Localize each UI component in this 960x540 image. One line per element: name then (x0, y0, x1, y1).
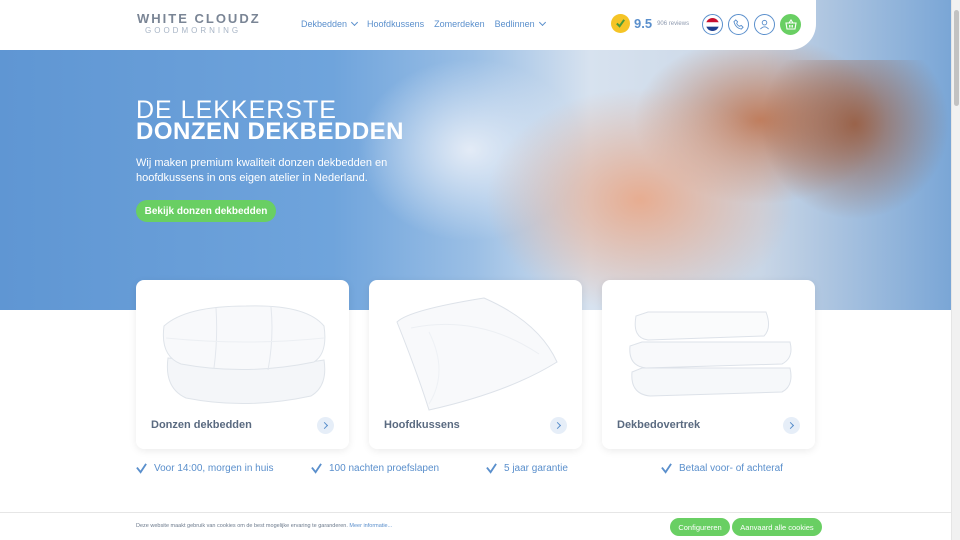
category-card-dekbedovertrek[interactable]: Dekbedovertrek (602, 280, 815, 449)
nav-item-label: Bedlinnen (494, 19, 535, 29)
chevron-down-icon (351, 18, 359, 27)
usp-text: 5 jaar garantie (504, 463, 568, 474)
logo-main-text: WHITE CLOUDZ (137, 11, 261, 26)
scrollbar[interactable] (951, 0, 960, 540)
scrollbar-thumb[interactable] (954, 10, 959, 106)
check-icon (486, 463, 497, 474)
dutch-flag-icon[interactable] (702, 14, 723, 35)
cookie-bar: Deze website maakt gebruik van cookies o… (0, 512, 951, 540)
usp-text: Voor 14:00, morgen in huis (154, 463, 274, 474)
hero-cta-button[interactable]: Bekijk donzen dekbedden (136, 200, 276, 222)
duvet-image (162, 305, 326, 404)
user-icon[interactable] (754, 14, 775, 35)
card-label: Donzen dekbedden (151, 419, 252, 431)
page: DE LEKKERSTE DONZEN DEKBEDDEN Wij maken … (0, 0, 960, 540)
category-card-dekbedden[interactable]: Donzen dekbedden (136, 280, 349, 449)
nav-item-zomerdeken[interactable]: Zomerdeken (434, 19, 485, 29)
usp-item: 5 jaar garantie (486, 463, 568, 474)
chevron-right-icon[interactable] (783, 417, 800, 434)
review-rating[interactable]: 9.5 906 reviews (611, 14, 689, 33)
hero-photo-woman-sleeping (760, 60, 950, 220)
cookie-text: Deze website maakt gebruik van cookies o… (136, 523, 348, 529)
phone-icon[interactable] (728, 14, 749, 35)
chevron-right-icon[interactable] (550, 417, 567, 434)
nav-item-label: Zomerdeken (434, 19, 485, 29)
usp-item: 100 nachten proefslapen (311, 463, 439, 474)
chevron-right-icon[interactable] (317, 417, 334, 434)
hero-description: Wij maken premium kwaliteit donzen dekbe… (136, 157, 388, 184)
check-icon (136, 463, 147, 474)
folded-sheets-image (629, 311, 792, 397)
check-icon (661, 463, 672, 474)
cookie-more-info-link[interactable]: Meer informatie... (349, 523, 392, 529)
check-seal-icon (611, 14, 630, 33)
usp-text: 100 nachten proefslapen (329, 463, 440, 474)
pillow-image (396, 297, 558, 411)
card-label: Dekbedovertrek (617, 419, 701, 431)
nav-item-dekbedden[interactable]: Dekbedden (301, 18, 359, 29)
usp-item: Voor 14:00, morgen in huis (136, 463, 274, 474)
configure-cookies-button[interactable]: Configureren (670, 518, 730, 536)
usp-item: Betaal voor- of achteraf (661, 463, 783, 474)
cookie-message: Deze website maakt gebruik van cookies o… (136, 523, 392, 529)
logo[interactable]: WHITE CLOUDZ GOODMORNING (137, 11, 261, 35)
logo-sub-text: GOODMORNING (145, 26, 242, 35)
card-label: Hoofdkussens (384, 419, 460, 431)
chevron-down-icon (538, 18, 546, 27)
main-nav: Dekbedden Hoofdkussens Zomerdeken Bedlin… (301, 18, 546, 29)
site-header: WHITE CLOUDZ GOODMORNING Dekbedden Hoofd… (0, 0, 816, 50)
rating-reviews: 906 reviews (657, 20, 690, 27)
nav-item-label: Dekbedden (301, 19, 348, 29)
category-card-hoofdkussens[interactable]: Hoofdkussens (369, 280, 582, 449)
check-icon (311, 463, 322, 474)
hero-title-line2: DONZEN DEKBEDDEN (136, 118, 405, 145)
usp-text: Betaal voor- of achteraf (679, 463, 783, 474)
rating-value: 9.5 (634, 16, 653, 31)
nav-item-hoofdkussens[interactable]: Hoofdkussens (367, 19, 424, 29)
nav-item-label: Hoofdkussens (367, 19, 425, 29)
nav-item-bedlinnen[interactable]: Bedlinnen (494, 18, 546, 29)
basket-icon[interactable] (780, 14, 801, 35)
accept-cookies-button[interactable]: Aanvaard alle cookies (732, 518, 822, 536)
